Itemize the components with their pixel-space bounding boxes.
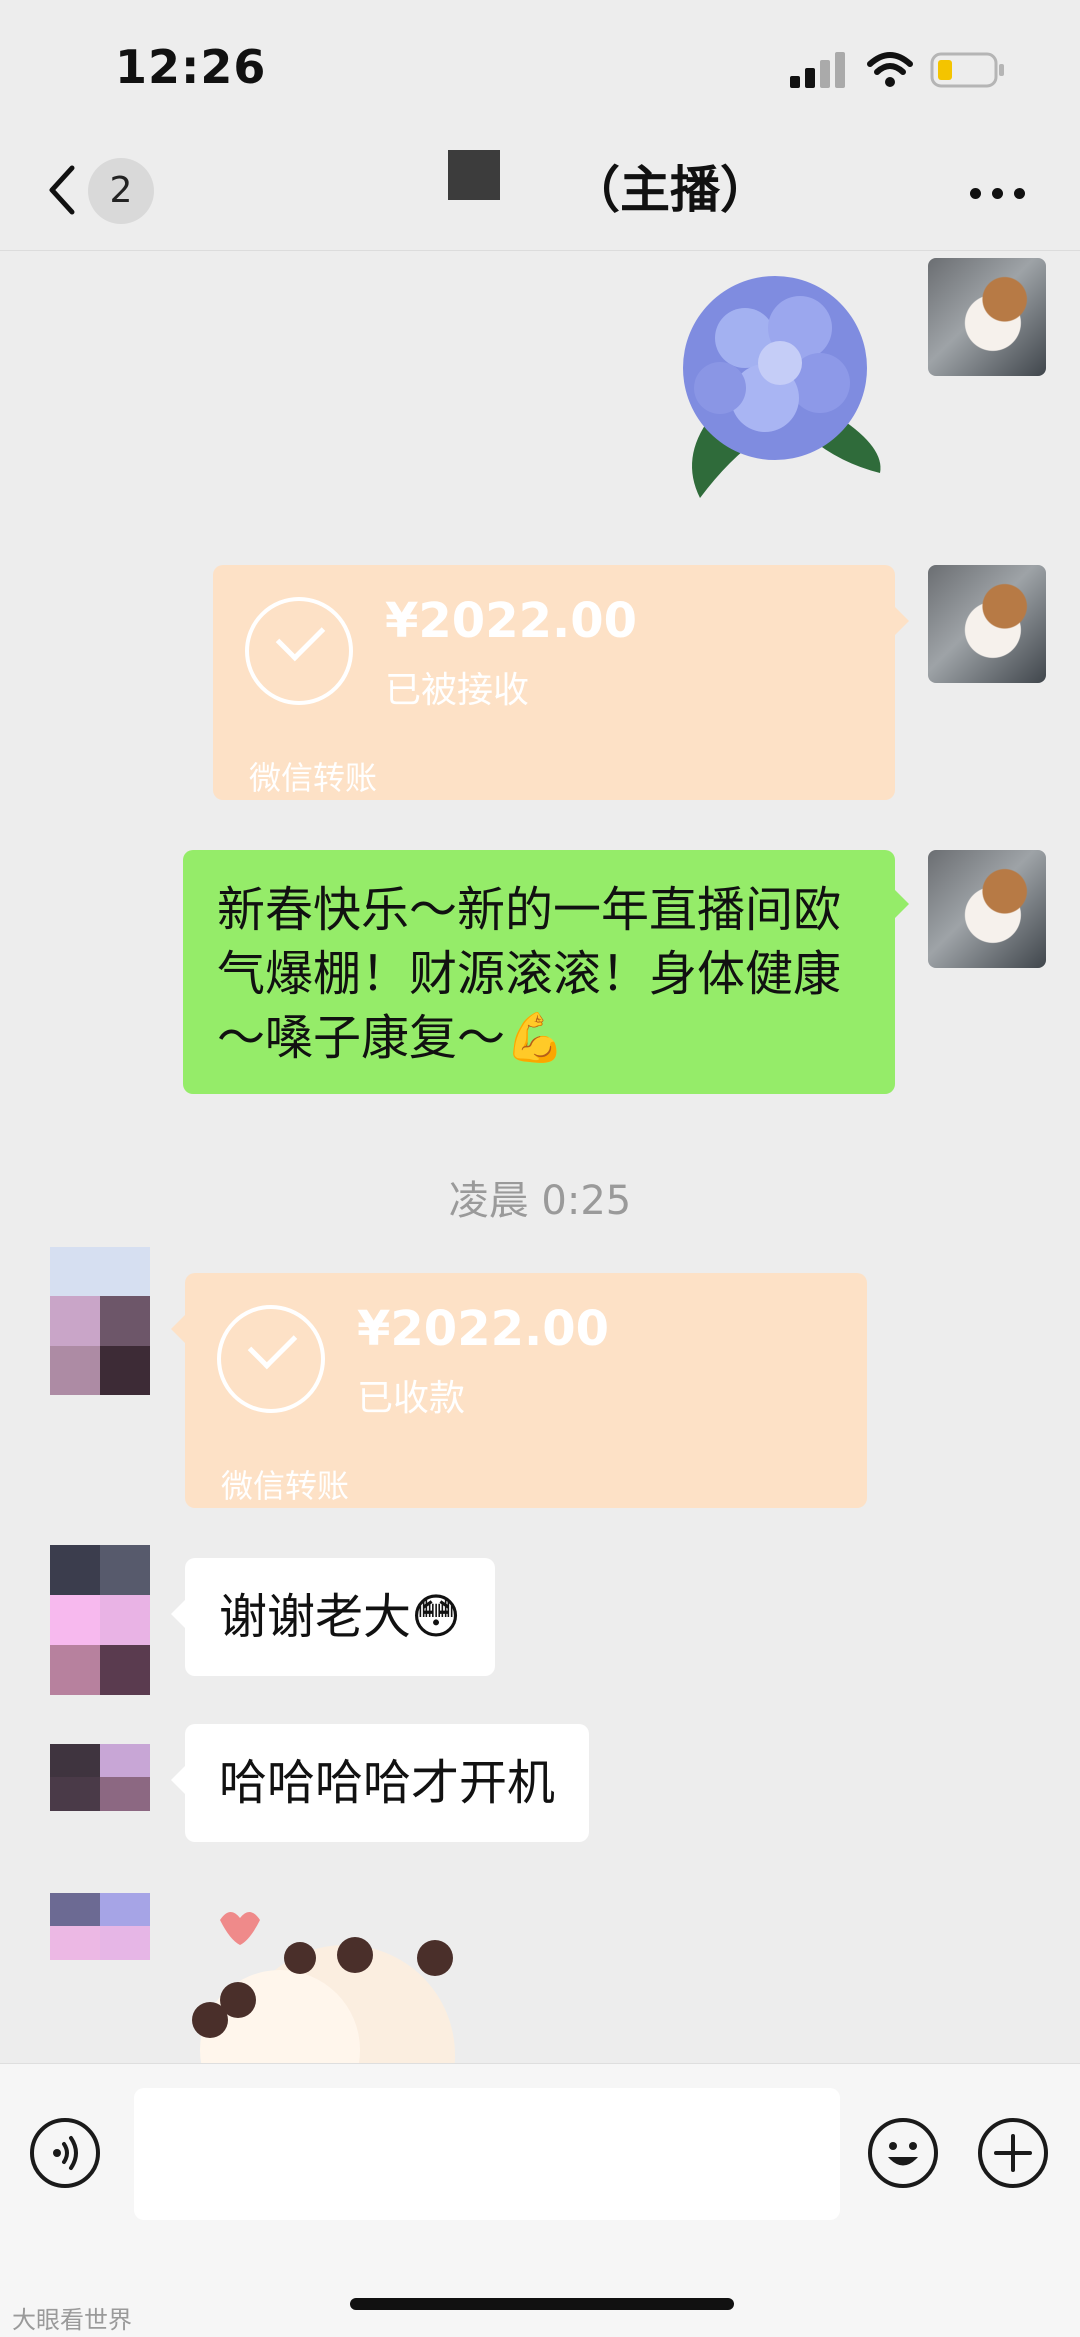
bubble-tail — [895, 607, 909, 635]
transfer-source: 微信转账 — [221, 1467, 350, 1505]
transfer-amount: ¥2022.00 — [357, 1301, 610, 1357]
nav-divider — [0, 250, 1080, 251]
sent-message-text: 新春快乐～新的一年直播间欧气爆棚！财源滚滚！身体健康～嗓子康复～💪 — [217, 882, 842, 1066]
wifi-icon — [867, 52, 913, 87]
transfer-amount: ¥2022.00 — [385, 593, 638, 649]
hydrangea-sticker[interactable] — [650, 258, 900, 508]
voice-icon[interactable] — [30, 2118, 100, 2188]
message-input[interactable] — [134, 2088, 840, 2220]
home-indicator[interactable] — [350, 2298, 734, 2310]
check-icon — [245, 597, 353, 705]
received-message-bubble[interactable]: 哈哈哈哈才开机 — [171, 1724, 590, 1842]
transfer-source: 微信转账 — [249, 759, 378, 797]
contact-avatar[interactable] — [50, 1545, 150, 1695]
message-timestamp: 凌晨 0:25 — [448, 1178, 632, 1224]
transfer-status: 已收款 — [357, 1378, 466, 1419]
transfer-card-sent[interactable]: ¥2022.00 已被接收 微信转账 — [213, 565, 909, 800]
emoji-icon[interactable] — [868, 2118, 938, 2188]
transfer-card-received[interactable]: ¥2022.00 已收款 微信转账 — [171, 1273, 867, 1508]
chat-title: （主播） — [570, 161, 770, 219]
redacted-name — [448, 150, 500, 200]
my-avatar[interactable] — [928, 850, 1046, 968]
status-time: 12:26 — [115, 40, 267, 94]
watermark: 大眼看世界 — [12, 2306, 132, 2334]
unread-badge[interactable]: 2 — [88, 158, 154, 224]
bubble-tail — [171, 1600, 185, 1628]
bubble-tail — [895, 890, 909, 918]
bubble-tail — [171, 1315, 185, 1343]
more-icon[interactable] — [970, 188, 1026, 200]
my-avatar[interactable] — [928, 258, 1046, 376]
received-message-text: 谢谢老大😳 — [219, 1589, 462, 1645]
battery-icon — [930, 52, 1004, 88]
check-icon — [217, 1305, 325, 1413]
plus-icon[interactable] — [978, 2118, 1048, 2188]
sent-message-bubble[interactable]: 新春快乐～新的一年直播间欧气爆棚！财源滚滚！身体健康～嗓子康复～💪 — [183, 850, 909, 1094]
my-avatar[interactable] — [928, 565, 1046, 683]
contact-avatar[interactable] — [50, 1893, 150, 1993]
contact-avatar[interactable] — [50, 1744, 150, 1844]
signal-icon — [790, 52, 848, 88]
transfer-status: 已被接收 — [385, 670, 530, 711]
panda-sticker[interactable] — [190, 1900, 530, 2065]
received-message-text: 哈哈哈哈才开机 — [219, 1755, 556, 1811]
contact-avatar[interactable] — [50, 1247, 150, 1395]
received-message-bubble[interactable]: 谢谢老大😳 — [171, 1558, 496, 1676]
chevron-left-icon[interactable] — [42, 160, 82, 220]
bubble-tail — [171, 1766, 185, 1794]
